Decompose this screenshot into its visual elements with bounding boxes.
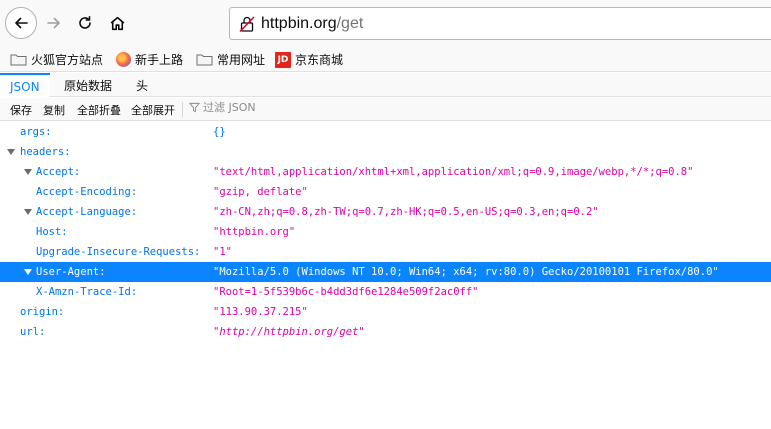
- bookmark-common-sites[interactable]: 常用网址: [196, 50, 265, 69]
- bookmark-jd[interactable]: JD 京东商城: [275, 50, 343, 69]
- json-value: "text/html,application/xhtml+xml,applica…: [213, 166, 694, 178]
- tab-headers[interactable]: 头: [126, 73, 158, 97]
- expand-toggle-icon[interactable]: [24, 169, 32, 175]
- back-arrow-icon: [15, 17, 28, 29]
- expand-toggle-icon[interactable]: [24, 209, 32, 215]
- toolbar-divider: [182, 102, 183, 117]
- firefox-icon: [116, 52, 131, 67]
- json-value: "httpbin.org": [213, 226, 296, 238]
- json-key: url:: [20, 326, 46, 338]
- forward-arrow-icon: [47, 17, 60, 29]
- json-value: "Root=1-5f539b6c-b4dd3df6e1284e509f2ac0f…: [213, 286, 479, 298]
- url-path: /get: [336, 15, 364, 32]
- json-row-url[interactable]: url: "http://httpbin.org/get": [0, 322, 771, 342]
- filter-icon: [189, 102, 200, 113]
- url-text[interactable]: httpbin.org/get: [261, 15, 363, 33]
- forward-button[interactable]: [40, 9, 68, 37]
- save-button[interactable]: 保存: [10, 102, 32, 118]
- tab-raw-data[interactable]: 原始数据: [54, 73, 122, 97]
- back-button[interactable]: [5, 7, 37, 39]
- json-row-headers[interactable]: headers:: [0, 142, 771, 162]
- json-value: {}: [213, 126, 226, 138]
- json-row-accept-encoding[interactable]: Accept-Encoding: "gzip, deflate": [0, 182, 771, 202]
- bookmark-firefox-official[interactable]: 火狐官方站点: [10, 50, 103, 69]
- bookmark-label: 京东商城: [295, 53, 344, 67]
- json-key: Upgrade-Insecure-Requests:: [36, 246, 201, 258]
- tab-json[interactable]: JSON: [0, 73, 50, 98]
- reload-button[interactable]: [71, 9, 99, 37]
- json-key: Accept-Encoding:: [36, 186, 138, 198]
- json-row-upgrade-insecure-requests[interactable]: Upgrade-Insecure-Requests: "1": [0, 242, 771, 262]
- copy-button[interactable]: 复制: [43, 102, 65, 118]
- json-value: "1": [213, 246, 232, 258]
- json-key: X-Amzn-Trace-Id:: [36, 286, 138, 298]
- json-key: args:: [20, 126, 52, 138]
- json-value: "gzip, deflate": [213, 186, 308, 198]
- json-key: Accept:: [36, 166, 81, 178]
- collapse-all-button[interactable]: 全部折叠: [77, 102, 121, 118]
- jd-icon: JD: [275, 51, 291, 68]
- json-key: Accept-Language:: [36, 206, 138, 218]
- bookmarks-toolbar: 火狐官方站点 新手上路 常用网址 JD 京东商城: [0, 47, 771, 72]
- json-value-link[interactable]: "http://httpbin.org/get": [213, 326, 365, 338]
- bookmark-getting-started[interactable]: 新手上路: [116, 50, 183, 69]
- home-icon: [110, 16, 124, 30]
- json-toolbar: 保存 复制 全部折叠 全部展开: [0, 98, 771, 121]
- json-value: "113.90.37.215": [213, 306, 308, 318]
- expand-all-button[interactable]: 全部展开: [131, 102, 175, 118]
- folder-icon: [196, 54, 213, 66]
- navigation-toolbar: httpbin.org/get: [0, 0, 771, 47]
- json-key: headers:: [20, 146, 71, 158]
- json-row-host[interactable]: Host: "httpbin.org": [0, 222, 771, 242]
- json-value: "Mozilla/5.0 (Windows NT 10.0; Win64; x6…: [213, 266, 719, 278]
- json-row-x-amzn-trace-id[interactable]: X-Amzn-Trace-Id: "Root=1-5f539b6c-b4dd3d…: [0, 282, 771, 302]
- bookmark-label: 火狐官方站点: [31, 53, 104, 67]
- folder-icon: [10, 54, 27, 66]
- expand-toggle-icon[interactable]: [7, 149, 15, 155]
- viewer-tabs: JSON 原始数据 头: [0, 73, 771, 98]
- url-host: httpbin.org: [261, 15, 337, 32]
- json-row-user-agent[interactable]: User-Agent: "Mozilla/5.0 (Windows NT 10.…: [0, 262, 771, 282]
- json-row-args[interactable]: args: {}: [0, 122, 771, 142]
- insecure-lock-icon[interactable]: [238, 15, 256, 33]
- json-tree: args: {} headers: Accept: "text/html,app…: [0, 122, 771, 342]
- json-row-accept-language[interactable]: Accept-Language: "zh-CN,zh;q=0.8,zh-TW;q…: [0, 202, 771, 222]
- json-key: User-Agent:: [36, 266, 106, 278]
- reload-icon: [79, 16, 91, 29]
- json-value: "zh-CN,zh;q=0.8,zh-TW;q=0.7,zh-HK;q=0.5,…: [213, 206, 599, 218]
- json-row-origin[interactable]: origin: "113.90.37.215": [0, 302, 771, 322]
- json-row-accept[interactable]: Accept: "text/html,application/xhtml+xml…: [0, 162, 771, 182]
- address-bar[interactable]: httpbin.org/get: [229, 7, 771, 40]
- home-button[interactable]: [103, 9, 131, 37]
- expand-toggle-icon[interactable]: [24, 269, 32, 275]
- filter-json-input[interactable]: [203, 101, 403, 114]
- json-key: origin:: [20, 306, 65, 318]
- filter-box[interactable]: [189, 101, 403, 114]
- bookmark-label: 常用网址: [217, 53, 266, 67]
- bookmark-label: 新手上路: [135, 53, 184, 67]
- json-key: Host:: [36, 226, 68, 238]
